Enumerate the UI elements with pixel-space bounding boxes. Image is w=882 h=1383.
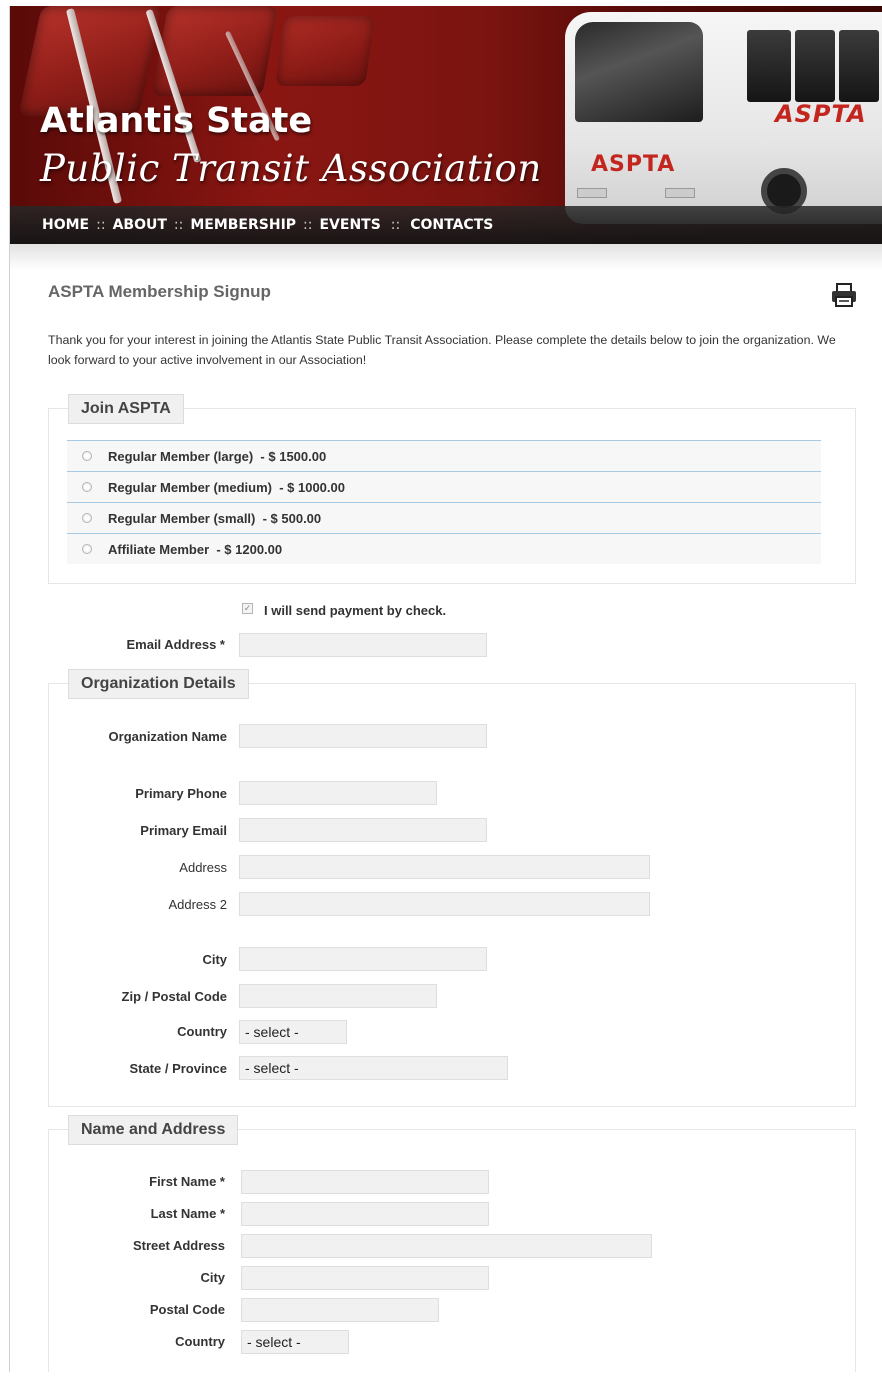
email-label: Email Address *: [126, 637, 225, 652]
site-title: Atlantis State: [40, 101, 313, 141]
nav-separator: ::: [390, 217, 401, 233]
org-name-field[interactable]: [239, 724, 487, 748]
bus-window: [839, 30, 879, 102]
radio-button[interactable]: [82, 513, 92, 523]
primary-email-field[interactable]: [239, 818, 487, 842]
state-label: State / Province: [129, 1061, 227, 1076]
header-shadow: [10, 244, 882, 270]
radio-button[interactable]: [82, 451, 92, 461]
first-name-field[interactable]: [241, 1170, 489, 1194]
country-select[interactable]: - select -: [241, 1330, 349, 1354]
address2-field[interactable]: [239, 892, 650, 916]
plan-option[interactable]: Regular Member (medium) - $ 1000.00: [67, 471, 821, 502]
radio-button[interactable]: [82, 482, 92, 492]
plan-option[interactable]: Regular Member (large) - $ 1500.00: [67, 440, 821, 471]
primary-phone-label: Primary Phone: [135, 786, 227, 801]
org-country-select[interactable]: - select -: [239, 1020, 347, 1044]
bus-brand-front: ASPTA: [591, 152, 676, 177]
country-label: Country: [175, 1334, 225, 1349]
site-subtitle: Public Transit Association: [40, 147, 542, 190]
page: ASPTA ASPTA Atlantis State Public Transi…: [9, 6, 882, 1372]
organization-legend: Organization Details: [68, 669, 249, 699]
nav-home[interactable]: HOME: [42, 217, 89, 233]
city-label: City: [200, 1270, 225, 1285]
street-address-field[interactable]: [241, 1234, 652, 1258]
plan-option[interactable]: Affiliate Member - $ 1200.00: [67, 533, 821, 564]
bus-image: ASPTA ASPTA: [565, 12, 882, 224]
header-banner: ASPTA ASPTA Atlantis State Public Transi…: [10, 6, 882, 244]
nav-separator: ::: [173, 217, 184, 233]
postal-code-field[interactable]: [241, 1298, 439, 1322]
pay-by-check-label: I will send payment by check.: [264, 603, 447, 618]
org-city-label: City: [202, 952, 227, 967]
plan-label: Affiliate Member - $ 1200.00: [108, 541, 283, 557]
street-address-label: Street Address: [133, 1238, 225, 1253]
nav-separator: ::: [303, 217, 313, 233]
pay-by-check-checkbox[interactable]: ✓: [242, 603, 253, 614]
address-label: Address: [179, 860, 227, 875]
bus-headlight: [577, 188, 607, 198]
address2-label: Address 2: [168, 897, 227, 912]
plan-label: Regular Member (large) - $ 1500.00: [108, 448, 327, 464]
first-name-label: First Name *: [149, 1174, 225, 1189]
primary-phone-field[interactable]: [239, 781, 437, 805]
join-legend: Join ASPTA: [68, 394, 184, 424]
plan-label: Regular Member (small) - $ 500.00: [108, 510, 322, 526]
plan-label: Regular Member (medium) - $ 1000.00: [108, 479, 345, 495]
city-field[interactable]: [241, 1266, 489, 1290]
plan-list: Regular Member (large) - $ 1500.00 Regul…: [67, 440, 821, 564]
radio-button[interactable]: [82, 544, 92, 554]
seat-image: [275, 16, 375, 86]
email-field[interactable]: [239, 633, 487, 657]
join-fieldset: Join ASPTA Regular Member (large) - $ 15…: [48, 394, 856, 584]
org-city-field[interactable]: [239, 947, 487, 971]
main-nav: HOME :: ABOUT :: MEMBERSHIP :: EVENTS ::…: [10, 206, 882, 244]
zip-label: Zip / Postal Code: [121, 989, 227, 1004]
name-address-legend: Name and Address: [68, 1115, 239, 1145]
org-name-label: Organization Name: [108, 729, 227, 744]
last-name-field[interactable]: [241, 1202, 489, 1226]
last-name-label: Last Name *: [150, 1206, 225, 1221]
nav-events[interactable]: EVENTS: [319, 217, 380, 233]
bus-headlight: [665, 188, 695, 198]
state-select[interactable]: - select -: [239, 1056, 508, 1080]
org-country-label: Country: [177, 1024, 227, 1039]
page-title: ASPTA Membership Signup: [48, 282, 271, 301]
plan-option[interactable]: Regular Member (small) - $ 500.00: [67, 502, 821, 533]
address-field[interactable]: [239, 855, 650, 879]
bus-window: [795, 30, 835, 102]
zip-field[interactable]: [239, 984, 437, 1008]
postal-code-label: Postal Code: [149, 1302, 225, 1317]
nav-membership[interactable]: MEMBERSHIP: [190, 217, 296, 233]
bus-brand-side: ASPTA: [775, 100, 867, 128]
nav-contacts[interactable]: CONTACTS: [410, 217, 493, 233]
bus-windshield: [575, 22, 703, 122]
nav-about[interactable]: ABOUT: [113, 217, 167, 233]
intro-text: Thank you for your interest in joining t…: [48, 333, 836, 367]
bus-window: [747, 30, 791, 102]
nav-separator: ::: [96, 217, 106, 233]
printer-icon[interactable]: [830, 282, 858, 308]
primary-email-label: Primary Email: [140, 823, 227, 838]
